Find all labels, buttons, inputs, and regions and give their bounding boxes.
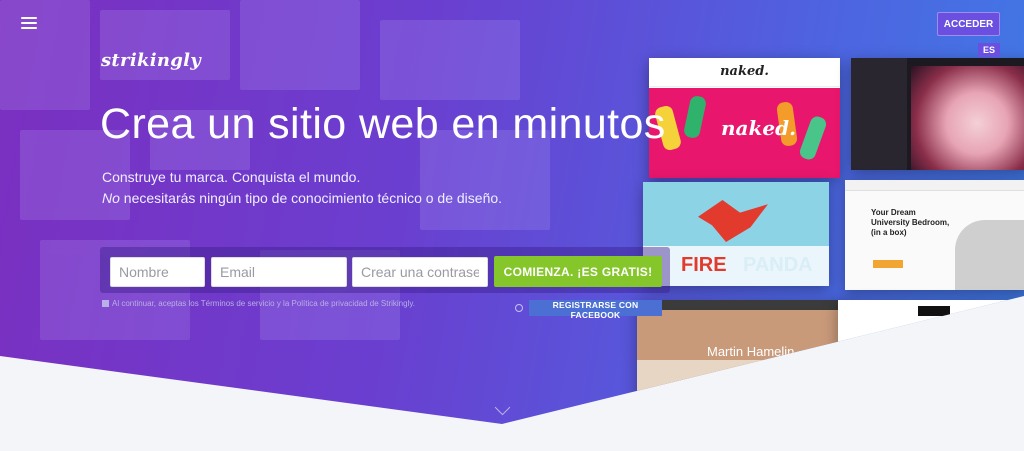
martin-hamelin-name: Martin Hamelin	[707, 344, 795, 359]
email-field[interactable]	[211, 257, 347, 287]
terms-notice: Al continuar, aceptas los Términos de se…	[102, 299, 415, 308]
password-field[interactable]	[352, 257, 488, 287]
name-field[interactable]	[110, 257, 205, 287]
radio-circle-icon	[515, 304, 523, 312]
template-preview-fashion[interactable]	[838, 300, 1024, 400]
login-button[interactable]: ACCEDER	[937, 12, 1000, 36]
scroll-down-chevron-icon[interactable]	[494, 399, 511, 416]
template-preview-naked[interactable]: naked. naked.	[649, 58, 840, 178]
dream-bedroom-title: Your Dream University Bedroom, (in a box…	[871, 208, 950, 237]
terms-text: Al continuar, aceptas los Términos de se…	[112, 299, 415, 308]
template-preview-martin-hamelin[interactable]: Martin Hamelin	[637, 300, 847, 410]
strikingly-logo[interactable]: strikingly	[101, 50, 201, 71]
subtitle-emphasis: No	[102, 190, 120, 206]
naked-hero-word: naked.	[721, 116, 797, 140]
subtitle-line-2-text: necesitarás ningún tipo de conocimiento …	[119, 190, 503, 206]
fire-text: FIRE	[681, 254, 727, 276]
signup-submit-button[interactable]: COMIENZA. ¡ES GRATIS!	[494, 256, 662, 287]
terms-checkbox[interactable]	[102, 300, 109, 307]
language-selector[interactable]: ES	[978, 43, 1000, 57]
subtitle-line-1: Construye tu marca. Conquista el mundo.	[102, 169, 361, 185]
hamburger-menu-icon[interactable]	[21, 17, 37, 29]
facebook-signup-button[interactable]: REGISTRARSE CON FACEBOOK	[529, 300, 662, 320]
naked-logo: naked.	[720, 64, 769, 79]
template-preview-fire-panda[interactable]: FIRE PANDA	[643, 182, 829, 286]
panda-text: PANDA	[743, 254, 813, 276]
subtitle-line-2: No necesitarás ningún tipo de conocimien…	[102, 188, 502, 209]
template-preview-dream-bedroom[interactable]: Your Dream University Bedroom, (in a box…	[845, 180, 1024, 290]
hero-subtitle: Construye tu marca. Conquista el mundo. …	[102, 167, 502, 209]
page-title: Crea un sitio web en minutos	[100, 100, 666, 148]
template-preview-flowers[interactable]	[851, 58, 1024, 170]
